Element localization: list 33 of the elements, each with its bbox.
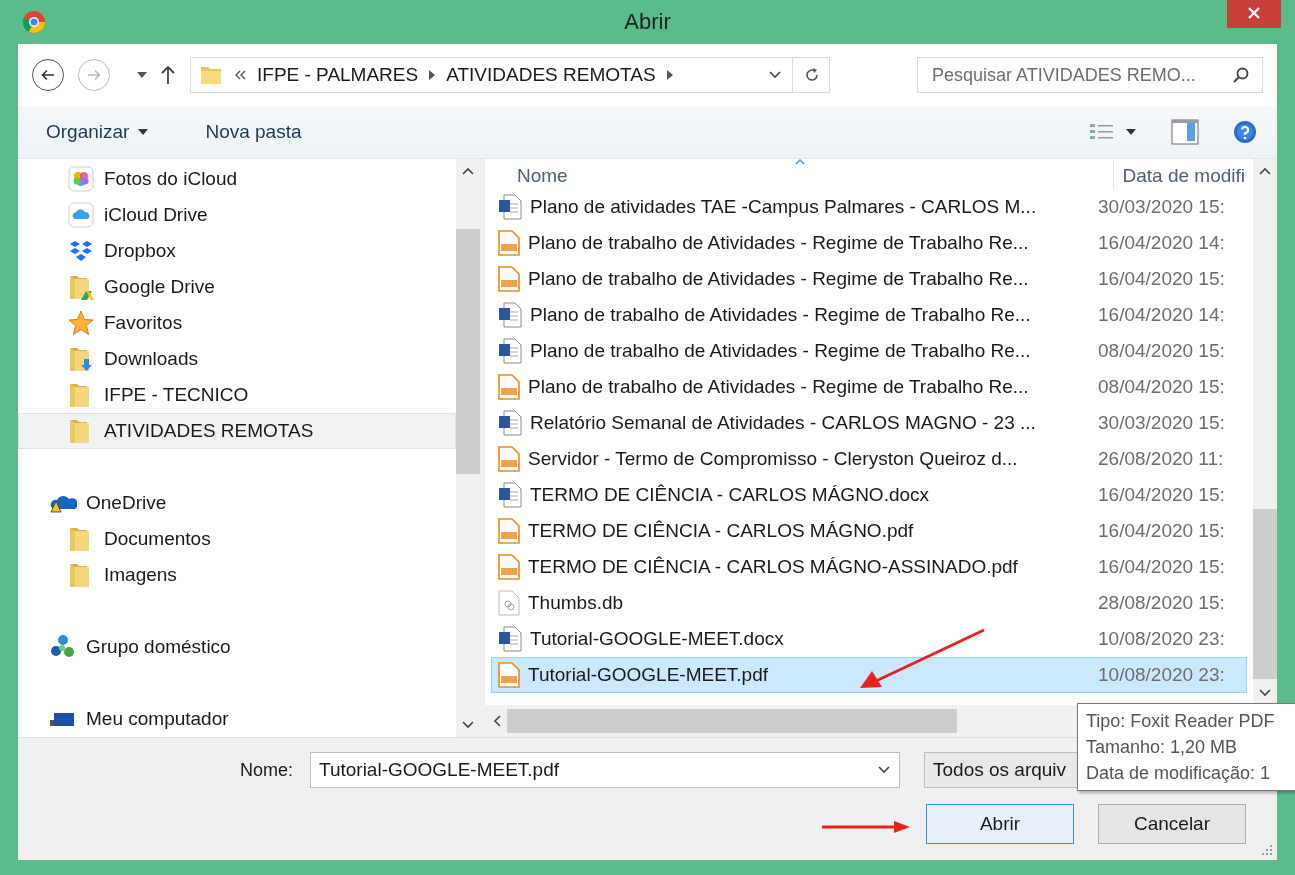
file-name: Plano de trabalho de Atividades - Regime de Trabalho Re... — [528, 232, 1029, 254]
file-date: 10/08/2020 23: — [1097, 664, 1225, 686]
tooltip-line: Tipo: Foxit Reader PDF — [1086, 710, 1276, 733]
file-name: Relatório Semanal de Atividades - CARLOS MAGNO - 23 ... — [530, 412, 1036, 434]
file-date: 10/08/2020 23: — [1097, 628, 1225, 650]
file-name: Tutorial-GOOGLE-MEET.pdf — [528, 664, 769, 686]
file-name: Servidor - Termo de Compromisso - Cleryston Queiroz d... — [528, 448, 1018, 470]
file-name: Plano de trabalho de Atividades - Regime de Trabalho Re... — [528, 268, 1029, 290]
file-name: Plano de trabalho de Atividades - Regime de Trabalho Re... — [528, 376, 1029, 398]
file-date: 30/03/2020 15: — [1097, 412, 1225, 434]
file-date: 16/04/2020 14: — [1097, 304, 1225, 326]
file-date: 16/04/2020 15: — [1097, 556, 1225, 578]
window-title: Abrir — [624, 9, 671, 35]
file-date: 08/04/2020 15: — [1097, 340, 1225, 362]
file-date: 08/04/2020 15: — [1097, 376, 1225, 398]
file-name: TERMO DE CIÊNCIA - CARLOS MÁGNO.docx — [530, 484, 930, 506]
file-name: Plano de trabalho de Atividades - Regime de Trabalho Re... — [530, 304, 1031, 326]
file-name: Tutorial-GOOGLE-MEET.docx — [530, 628, 784, 650]
file-name: TERMO DE CIÊNCIA - CARLOS MÁGNO.pdf — [528, 520, 914, 542]
tooltip-line: Tamanho: 1,20 MB — [1086, 736, 1239, 759]
file-name: Plano de atividades TAE -Campus Palmares - CARLOS M... — [530, 196, 1037, 218]
file-date: 16/04/2020 15: — [1097, 520, 1225, 542]
file-name: TERMO DE CIÊNCIA - CARLOS MÁGNO-ASSINADO.pdf — [528, 556, 1018, 578]
file-name: Plano de trabalho de Atividades - Regime de Trabalho Re... — [530, 340, 1031, 362]
file-date: 16/04/2020 15: — [1097, 484, 1225, 506]
file-date: 26/08/2020 11: — [1097, 448, 1224, 470]
file-name-label: Nome: — [240, 759, 294, 781]
file-date: 16/04/2020 14: — [1097, 232, 1225, 254]
file-date: 16/04/2020 15: — [1097, 268, 1225, 290]
file-date: 30/03/2020 15: — [1097, 196, 1225, 218]
file-name: Thumbs.db — [528, 592, 624, 614]
tooltip-line: Data de modificação: 1 — [1086, 762, 1272, 785]
file-date: 28/08/2020 15: — [1097, 592, 1225, 614]
